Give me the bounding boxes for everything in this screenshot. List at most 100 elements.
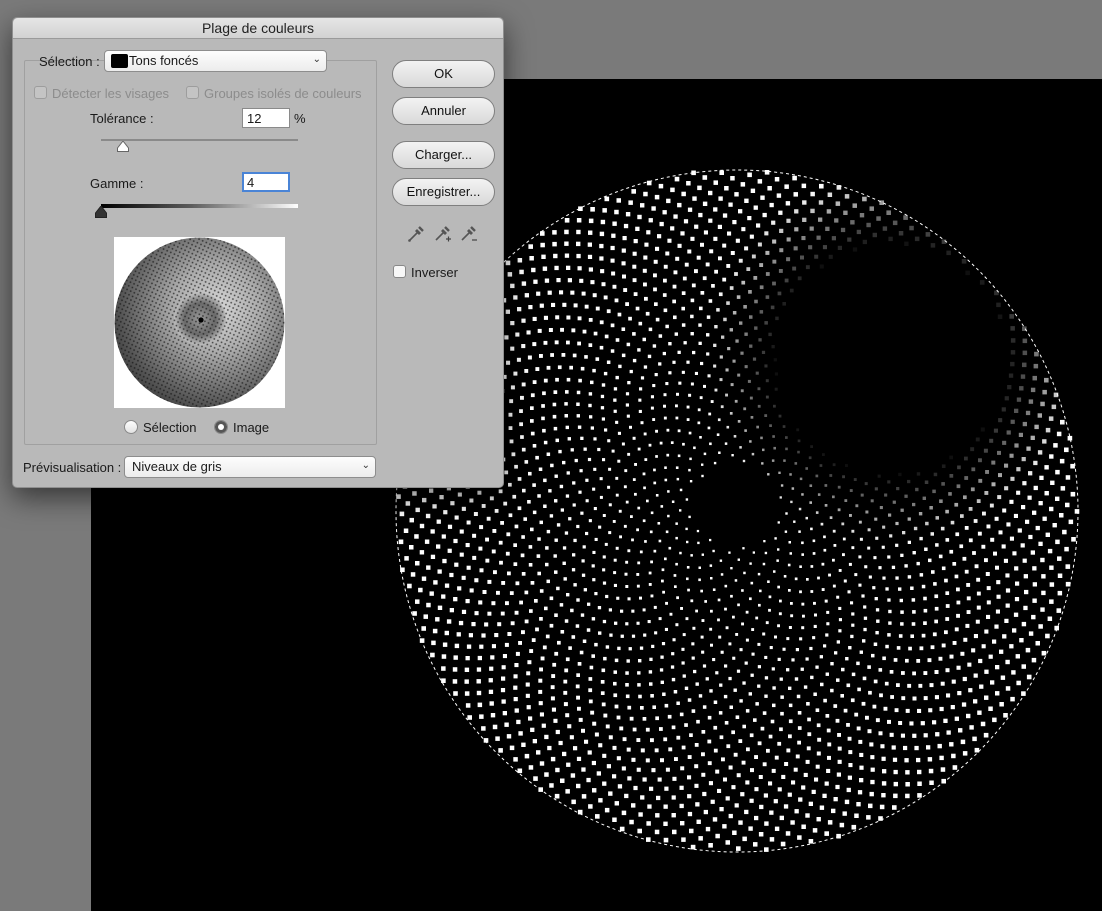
halftone-dot xyxy=(726,264,731,268)
halftone-dot xyxy=(538,678,543,683)
view-selection-radio[interactable] xyxy=(124,420,138,434)
halftone-dot xyxy=(952,641,957,645)
eyedropper-icon[interactable] xyxy=(406,224,426,244)
halftone-dot xyxy=(652,418,656,421)
halftone-dot xyxy=(692,350,696,355)
halftone-dot xyxy=(630,515,633,518)
halftone-dot xyxy=(625,500,629,504)
halftone-dot xyxy=(739,648,743,652)
halftone-dot xyxy=(468,633,473,638)
range-slider-track[interactable] xyxy=(101,204,298,208)
halftone-dot xyxy=(981,544,986,549)
halftone-dot xyxy=(435,617,440,622)
load-button[interactable]: Charger... xyxy=(392,141,495,169)
halftone-dot xyxy=(516,719,521,725)
halftone-dot xyxy=(933,582,937,586)
halftone-dot xyxy=(405,501,411,506)
tolerance-slider-thumb[interactable] xyxy=(117,141,129,152)
halftone-dot xyxy=(819,183,824,189)
eyedropper-plus-icon[interactable] xyxy=(432,224,452,244)
halftone-dot xyxy=(607,485,611,489)
view-image-radio[interactable] xyxy=(214,420,228,434)
halftone-dot xyxy=(817,493,821,496)
halftone-dot xyxy=(764,231,769,236)
halftone-dot xyxy=(1047,616,1053,621)
halftone-dot xyxy=(562,546,567,550)
halftone-dot xyxy=(654,748,659,753)
halftone-dot xyxy=(888,609,892,614)
halftone-dot xyxy=(576,402,580,406)
halftone-dot xyxy=(776,193,782,198)
halftone-dot xyxy=(677,454,681,458)
halftone-dot xyxy=(716,308,720,312)
halftone-dot xyxy=(940,526,945,531)
halftone-dot xyxy=(504,335,509,340)
halftone-dot xyxy=(601,702,606,707)
halftone-dot xyxy=(819,805,825,810)
halftone-dot xyxy=(554,793,560,799)
halftone-dot xyxy=(532,380,537,384)
range-slider-thumb[interactable] xyxy=(95,206,107,218)
invert-checkbox[interactable] xyxy=(393,265,406,278)
halftone-dot xyxy=(946,693,951,698)
halftone-dot xyxy=(690,298,695,303)
halftone-dot xyxy=(559,290,564,295)
halftone-dot xyxy=(492,724,498,730)
halftone-dot xyxy=(791,658,795,662)
detect-faces-checkbox[interactable] xyxy=(34,86,47,99)
halftone-dot xyxy=(650,738,654,743)
halftone-dot xyxy=(450,501,455,506)
selection-dropdown[interactable]: Tons foncés ⌄ xyxy=(104,50,327,72)
halftone-dot xyxy=(577,316,582,321)
halftone-dot xyxy=(573,303,578,308)
halftone-dot xyxy=(501,699,506,704)
halftone-dot xyxy=(552,230,557,235)
halftone-dot xyxy=(972,551,976,555)
halftone-dot xyxy=(701,772,706,777)
halftone-dot xyxy=(535,455,539,460)
halftone-dot xyxy=(1016,397,1022,402)
halftone-dot xyxy=(553,718,558,723)
localized-clusters-checkbox[interactable] xyxy=(186,86,199,99)
halftone-dot xyxy=(681,370,685,374)
halftone-dot xyxy=(569,365,573,370)
halftone-dot xyxy=(696,255,701,260)
halftone-dot xyxy=(768,332,772,337)
halftone-dot xyxy=(905,793,910,799)
halftone-dot xyxy=(636,584,640,588)
halftone-dot xyxy=(680,607,683,610)
halftone-dot xyxy=(515,651,520,656)
selection-preview-thumbnail[interactable] xyxy=(114,237,285,408)
halftone-dot xyxy=(409,545,414,550)
halftone-dot xyxy=(778,471,781,474)
save-button[interactable]: Enregistrer... xyxy=(392,178,495,206)
halftone-dot xyxy=(997,495,1002,500)
tolerance-slider-track[interactable] xyxy=(101,139,298,141)
halftone-dot xyxy=(832,584,836,588)
preview-mode-dropdown[interactable]: Niveaux de gris ⌄ xyxy=(124,456,376,478)
halftone-dot xyxy=(824,504,828,507)
halftone-dot xyxy=(491,644,496,649)
halftone-dot xyxy=(954,627,959,632)
halftone-dot xyxy=(618,364,622,369)
halftone-dot xyxy=(426,565,431,570)
halftone-dot xyxy=(952,765,958,770)
halftone-dot xyxy=(565,713,570,718)
halftone-dot xyxy=(664,478,668,482)
eyedropper-minus-icon[interactable] xyxy=(458,224,478,244)
halftone-dot xyxy=(581,559,585,563)
cancel-button[interactable]: Annuler xyxy=(392,97,495,125)
halftone-dot xyxy=(958,728,963,733)
halftone-dot xyxy=(698,694,703,698)
halftone-dot xyxy=(879,693,883,698)
halftone-dot xyxy=(1042,516,1047,521)
halftone-dot xyxy=(820,522,824,526)
dialog-title[interactable]: Plage de couleurs xyxy=(13,18,503,39)
ok-button[interactable]: OK xyxy=(392,60,495,88)
range-input[interactable]: 4 xyxy=(242,172,290,192)
halftone-dot xyxy=(528,244,533,249)
halftone-dot xyxy=(771,220,776,225)
tolerance-input[interactable]: 12 xyxy=(242,108,290,128)
halftone-dot xyxy=(744,332,748,336)
halftone-dot xyxy=(617,459,621,463)
